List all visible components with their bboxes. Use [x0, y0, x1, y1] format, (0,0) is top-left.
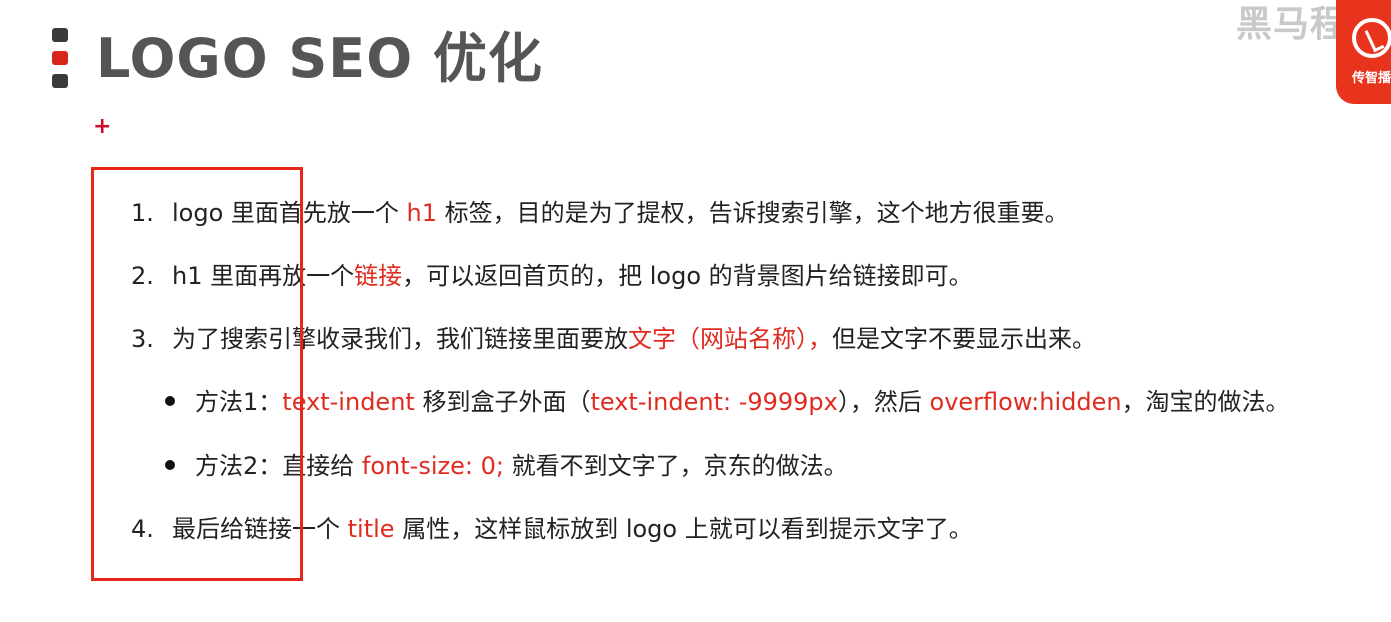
brand-badge-text: 传智播: [1352, 71, 1391, 86]
page-title: LOGO SEO 优化: [96, 27, 543, 90]
plus-icon: +: [93, 114, 112, 139]
brand-logo-icon: [1352, 18, 1391, 58]
brand-logo: 黑马程序 传智播: [1232, 0, 1391, 104]
highlight-box: [91, 167, 303, 581]
sub-item-method-1: 方法1：text-indent 移到盒子外面（text-indent: -999…: [165, 385, 1290, 419]
brand-badge: 传智播: [1336, 0, 1391, 104]
title-accent-bar: [52, 28, 68, 88]
